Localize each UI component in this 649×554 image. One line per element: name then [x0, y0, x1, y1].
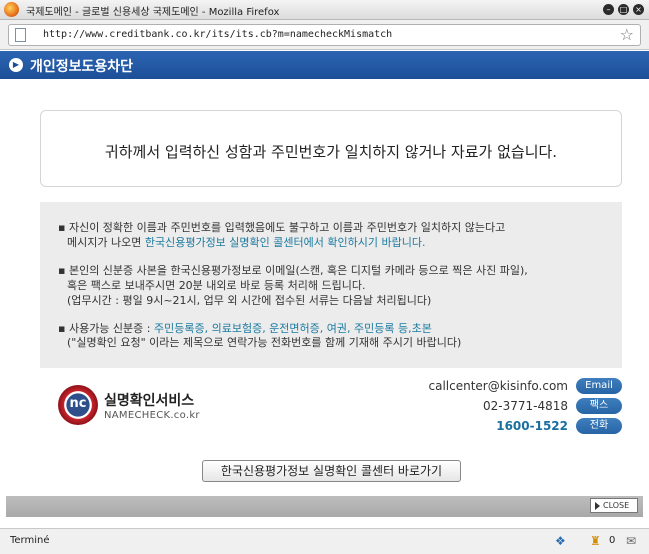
close-window-icon[interactable]: ×: [633, 4, 644, 15]
phone-button[interactable]: 전화: [576, 418, 622, 434]
info-box: ▪ 자신이 정확한 이름과 주민번호를 입력했음에도 불구하고 이름과 주민번호…: [40, 202, 622, 368]
logo-name-en: NAMECHECK.co.kr: [104, 410, 200, 421]
message-box: 귀하께서 입력하신 성함과 주민번호가 일치하지 않거나 자료가 없습니다.: [40, 110, 622, 187]
close-label: CLOSE: [603, 501, 630, 510]
status-bar: Terminé ❖ ♜ 0 ✉: [0, 528, 649, 554]
callcenter-link[interactable]: 한국신용평가정보 실명확인 콜센터에서 확인하시기 바랍니다.: [145, 236, 426, 249]
adblock-icon[interactable]: ♜: [590, 534, 601, 548]
network-status-icon[interactable]: ❖: [555, 534, 566, 548]
info-p1-line2: 메시지가 나오면 한국신용평가정보 실명확인 콜센터에서 확인하시기 바랍니다.: [67, 235, 425, 250]
url-field[interactable]: http://www.creditbank.co.kr/its/its.cb?m…: [8, 24, 641, 46]
status-text: Terminé: [10, 535, 50, 546]
address-bar: http://www.creditbank.co.kr/its/its.cb?m…: [0, 20, 649, 50]
info-p2-line2: 혹은 팩스로 보내주시면 20분 내외로 바로 등록 처리해 드립니다.: [67, 279, 366, 292]
close-popup-button[interactable]: CLOSE: [590, 498, 638, 513]
info-p1-line1: ▪ 자신이 정확한 이름과 주민번호를 입력했음에도 불구하고 이름과 주민번호…: [58, 221, 506, 234]
bookmark-star-icon[interactable]: ☆: [620, 25, 634, 44]
url-text: http://www.creditbank.co.kr/its/its.cb?m…: [43, 29, 393, 40]
id-types-list: 주민등록증, 의료보험증, 운전면허증, 여권, 주민등록 등,초본: [154, 322, 432, 335]
page-title: 개인정보도용차단: [30, 59, 134, 75]
contact-phone: 1600-1522: [496, 419, 568, 433]
contact-email: callcenter@kisinfo.com: [428, 379, 569, 393]
mismatch-message: 귀하께서 입력하신 성함과 주민번호가 일치하지 않거나 자료가 없습니다.: [104, 143, 558, 161]
logo-icon-text: nc: [69, 396, 87, 411]
blocked-count: 0: [609, 535, 616, 546]
page-header: ▶ 개인정보도용차단: [0, 51, 649, 79]
info-p3-label: ▪ 사용가능 신분증 :: [58, 322, 154, 335]
page-icon: [15, 28, 26, 42]
info-p3-line1: ▪ 사용가능 신분증 : 주민등록증, 의료보험증, 운전면허증, 여권, 주민…: [58, 321, 432, 336]
logo-name-kr: 실명확인서비스: [104, 393, 195, 409]
window-title: 국제도메인 - 글로벌 신용세상 국제도메인 - Mozilla Firefox: [26, 7, 280, 18]
maximize-icon[interactable]: □: [618, 4, 629, 15]
info-p2-line1: ▪ 본인의 신분증 사본을 한국신용평가정보로 이메일(스캔, 혹은 디지털 카…: [58, 264, 528, 277]
info-p3-line2: ("실명확인 요청" 이라는 제목으로 연락가능 전화번호를 함께 기재해 주시…: [67, 336, 462, 349]
contact-fax: 02-3771-4818: [482, 399, 568, 413]
arrow-right-icon: ▶: [9, 58, 23, 72]
popup-footer-bar: CLOSE: [6, 496, 643, 517]
firefox-logo-icon: [4, 2, 19, 17]
email-button[interactable]: Email: [576, 378, 622, 394]
minimize-icon[interactable]: –: [603, 4, 614, 15]
window-titlebar: 국제도메인 - 글로벌 신용세상 국제도메인 - Mozilla Firefox…: [0, 0, 649, 20]
mail-icon[interactable]: ✉: [626, 534, 636, 548]
play-icon: [595, 501, 600, 510]
info-p1-line2-text: 메시지가 나오면: [67, 236, 145, 249]
callcenter-link-button[interactable]: 한국신용평가정보 실명확인 콜센터 바로가기: [202, 460, 461, 482]
info-p2-line3: (업무시간 : 평일 9시~21시, 업무 외 시간에 접수된 서류는 다음날 …: [67, 294, 432, 307]
fax-button[interactable]: 팩스: [576, 398, 622, 414]
